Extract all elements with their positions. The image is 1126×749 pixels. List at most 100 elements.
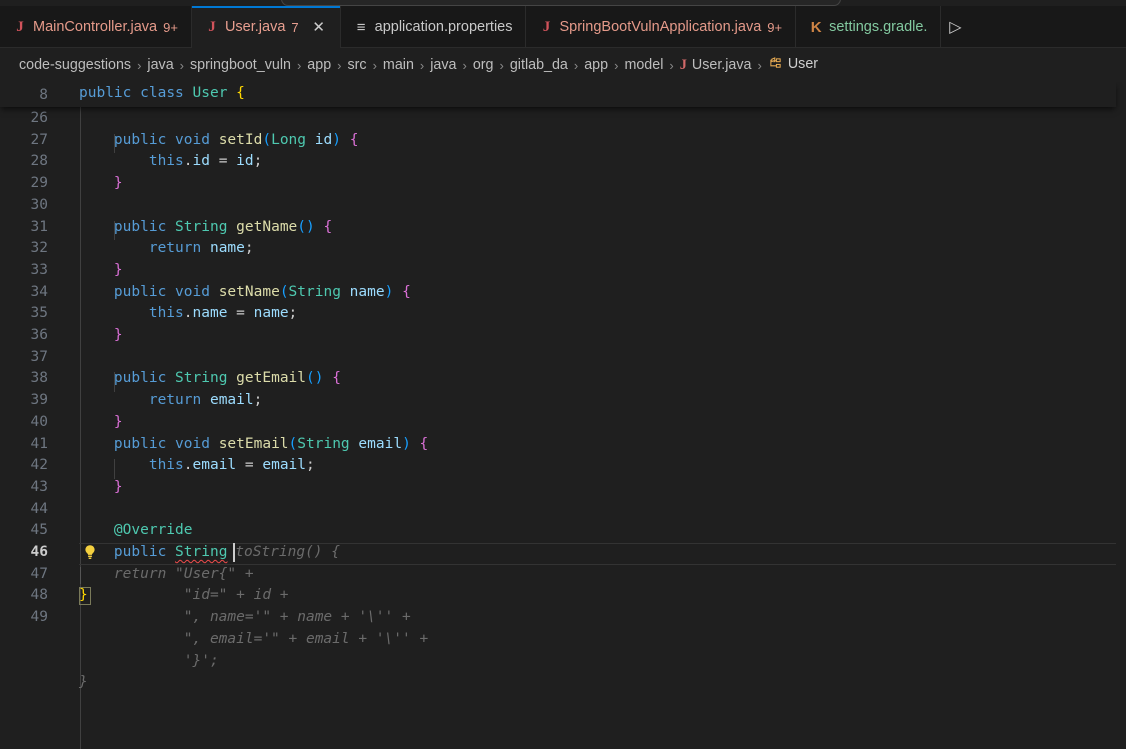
sticky-scroll-header[interactable]: 8 public class User {: [0, 82, 1116, 107]
code-line[interactable]: 31 public String getName() {: [0, 217, 1126, 239]
editor-tab-label: MainController.java: [33, 19, 157, 35]
breadcrumb-item-0[interactable]: code-suggestions: [19, 57, 131, 73]
editor-tab-problem-badge: 9+: [163, 20, 178, 35]
line-source: @Override: [79, 520, 193, 542]
editor-tab-label: settings.gradle.: [829, 19, 927, 35]
breadcrumb-item-label: User.java: [692, 57, 752, 73]
code-line[interactable]: 30: [0, 195, 1126, 217]
java-file-icon: J: [206, 20, 218, 35]
code-line[interactable]: 39 return email;: [0, 390, 1126, 412]
code-line[interactable]: 36 }: [0, 325, 1126, 347]
close-icon[interactable]: ✕: [311, 20, 327, 35]
line-source: this.name = name;: [79, 303, 297, 325]
line-number: 34: [0, 282, 48, 304]
breadcrumb-item-9[interactable]: app: [584, 57, 608, 73]
editor-tab-0[interactable]: J MainController.java 9+: [0, 6, 192, 48]
code-line[interactable]: 45 @Override: [0, 520, 1126, 542]
breadcrumb-item-label: app: [307, 57, 331, 73]
breadcrumb-separator-icon: ›: [180, 58, 184, 73]
code-content[interactable]: 2627 public void setId(Long id) {28 this…: [0, 82, 1126, 749]
breadcrumb-item-12[interactable]: User: [768, 56, 818, 74]
code-line[interactable]: 27 public void setId(Long id) {: [0, 130, 1126, 152]
line-source: public String getEmail() {: [79, 368, 341, 390]
breadcrumb-item-6[interactable]: java: [430, 57, 456, 73]
line-source: public void setId(Long id) {: [79, 130, 358, 152]
editor-tab-4[interactable]: Ksettings.gradle.: [796, 6, 941, 48]
properties-file-icon: ≡: [355, 19, 368, 36]
breadcrumb-item-4[interactable]: src: [348, 57, 367, 73]
code-line[interactable]: 37: [0, 347, 1126, 369]
line-source: this.id = id;: [79, 151, 262, 173]
breadcrumb-separator-icon: ›: [420, 58, 424, 73]
editor-tab-label: SpringBootVulnApplication.java: [559, 19, 761, 35]
code-line[interactable]: 38 public String getEmail() {: [0, 368, 1126, 390]
line-number: 33: [0, 260, 48, 282]
line-number: 46: [0, 542, 48, 564]
line-number: 38: [0, 368, 48, 390]
line-number: 37: [0, 347, 48, 369]
line-source: public String getName() {: [79, 217, 332, 239]
code-line[interactable]: 40 }: [0, 412, 1126, 434]
code-line[interactable]: 32 return name;: [0, 238, 1126, 260]
breadcrumb-item-2[interactable]: springboot_vuln: [190, 57, 291, 73]
code-line[interactable]: 33 }: [0, 260, 1126, 282]
breadcrumb-separator-icon: ›: [462, 58, 466, 73]
code-line[interactable]: 43 }: [0, 477, 1126, 499]
breadcrumb[interactable]: code-suggestions › java › springboot_vuln › ap…: [0, 48, 1126, 82]
line-number: 44: [0, 499, 48, 521]
inline-suggestion-line: return "User{" +: [79, 564, 254, 586]
breadcrumb-item-label: app: [584, 57, 608, 73]
code-line[interactable]: 28 this.id = id;: [0, 151, 1126, 173]
code-editor[interactable]: 2627 public void setId(Long id) {28 this…: [0, 82, 1126, 749]
breadcrumb-item-label: src: [348, 57, 367, 73]
code-line[interactable]: 42 this.email = email;: [0, 455, 1126, 477]
java-file-icon: J: [680, 57, 687, 73]
line-number: 29: [0, 173, 48, 195]
breadcrumb-item-8[interactable]: gitlab_da: [510, 57, 568, 73]
line-number: 26: [0, 108, 48, 130]
code-line[interactable]: 34 public void setName(String name) {: [0, 282, 1126, 304]
text-cursor: [233, 543, 235, 562]
editor-tab-problem-badge: 7: [291, 20, 298, 35]
breadcrumb-separator-icon: ›: [137, 58, 141, 73]
breadcrumb-item-label: java: [430, 57, 456, 73]
breadcrumb-separator-icon: ›: [614, 58, 618, 73]
inline-suggestion-line: toString() {: [235, 542, 340, 564]
editor-tab-2[interactable]: ≡application.properties: [341, 6, 527, 48]
code-line[interactable]: 35 this.name = name;: [0, 303, 1126, 325]
breadcrumb-separator-icon: ›: [297, 58, 301, 73]
inline-suggestion-line: }: [79, 672, 88, 694]
line-number: 43: [0, 477, 48, 499]
breadcrumb-item-7[interactable]: org: [473, 57, 494, 73]
breadcrumb-item-1[interactable]: java: [147, 57, 173, 73]
lightbulb-icon[interactable]: [82, 544, 98, 562]
code-line[interactable]: 44: [0, 499, 1126, 521]
code-line[interactable]: 26: [0, 108, 1126, 130]
code-line[interactable]: 46 public String: [0, 542, 1126, 564]
code-line[interactable]: 29 }: [0, 173, 1126, 195]
line-number: 49: [0, 607, 48, 629]
breadcrumb-separator-icon: ›: [758, 58, 762, 73]
tabs-overflow-chevron-icon[interactable]: ▷: [941, 6, 969, 47]
breadcrumb-item-11[interactable]: J User.java: [680, 57, 752, 74]
breadcrumb-item-label: model: [624, 57, 663, 73]
breadcrumb-separator-icon: ›: [373, 58, 377, 73]
line-number: 32: [0, 238, 48, 260]
editor-tab-bar: J MainController.java 9+ J User.java 7 ✕ ≡appli…: [0, 6, 1126, 48]
code-line[interactable]: 41 public void setEmail(String email) {: [0, 434, 1126, 456]
line-source: }: [79, 325, 123, 347]
line-source: }: [79, 477, 123, 499]
breadcrumb-item-10[interactable]: model: [624, 57, 663, 73]
java-file-icon: J: [14, 20, 26, 35]
editor-tab-1[interactable]: J User.java 7 ✕: [192, 6, 341, 48]
line-number: 41: [0, 434, 48, 456]
breadcrumb-item-3[interactable]: app: [307, 57, 331, 73]
line-number: 40: [0, 412, 48, 434]
editor-tab-label: User.java: [225, 19, 285, 35]
line-number: 42: [0, 455, 48, 477]
breadcrumb-item-label: User: [788, 56, 818, 72]
breadcrumb-item-5[interactable]: main: [383, 57, 414, 73]
editor-tab-3[interactable]: JSpringBootVulnApplication.java9+: [526, 6, 796, 48]
line-source: this.email = email;: [79, 455, 315, 477]
line-number: 36: [0, 325, 48, 347]
